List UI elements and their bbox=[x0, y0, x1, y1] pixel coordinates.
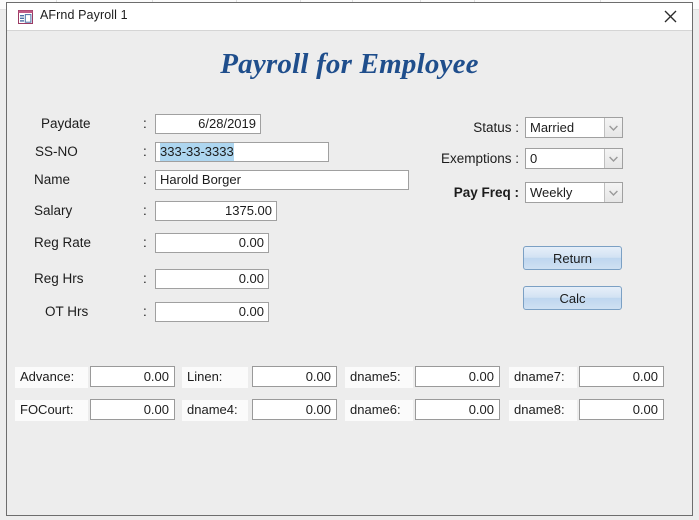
exemptions-combo[interactable]: 0 bbox=[525, 148, 623, 169]
pay-freq-combo-value: Weekly bbox=[530, 185, 573, 200]
deduction-input-dname7[interactable]: 0.00 bbox=[579, 366, 664, 387]
application-root: AFrnd Payroll 1 Payroll for Employee Pay… bbox=[0, 0, 699, 520]
label-reg-hrs: Reg Hrs bbox=[34, 271, 84, 286]
deduction-input-advance[interactable]: 0.00 bbox=[90, 366, 175, 387]
deduction-input-focourt[interactable]: 0.00 bbox=[90, 399, 175, 420]
return-button[interactable]: Return bbox=[523, 246, 622, 270]
deduction-input-dname5[interactable]: 0.00 bbox=[415, 366, 500, 387]
colon-paydate: : bbox=[143, 116, 147, 131]
label-paydate: Paydate bbox=[41, 116, 91, 131]
status-combo[interactable]: Married bbox=[525, 117, 623, 138]
deduction-label-dname7: dname7: bbox=[509, 367, 577, 388]
exemptions-combo-value: 0 bbox=[530, 151, 538, 166]
colon-reg-hrs: : bbox=[143, 271, 147, 286]
label-name: Name bbox=[34, 172, 71, 187]
reg-rate-input[interactable]: 0.00 bbox=[155, 233, 269, 253]
access-form-icon bbox=[18, 10, 33, 24]
status-combo-value: Married bbox=[530, 120, 575, 135]
deduction-input-dname8[interactable]: 0.00 bbox=[579, 399, 664, 420]
page-title: Payroll for Employee bbox=[220, 48, 479, 80]
calc-button[interactable]: Calc bbox=[523, 286, 622, 310]
deduction-input-dname4[interactable]: 0.00 bbox=[252, 399, 337, 420]
label-exemptions: Exemptions : bbox=[440, 151, 519, 166]
deduction-label-dname8: dname8: bbox=[509, 400, 577, 421]
ss-no-input[interactable]: 333-33-3333 bbox=[155, 142, 329, 162]
pay-freq-combo[interactable]: Weekly bbox=[525, 182, 623, 203]
reg-hrs-input[interactable]: 0.00 bbox=[155, 269, 269, 289]
label-ot-hrs: OT Hrs bbox=[45, 304, 89, 319]
colon-ot-hrs: : bbox=[143, 304, 147, 319]
form-body: Payroll for Employee Paydate SS-NO Name … bbox=[7, 31, 692, 515]
ot-hrs-input[interactable]: 0.00 bbox=[155, 302, 269, 322]
label-salary: Salary bbox=[34, 203, 73, 218]
payroll-form-window: AFrnd Payroll 1 Payroll for Employee Pay… bbox=[6, 2, 693, 516]
deduction-label-dname5: dname5: bbox=[345, 367, 413, 388]
chevron-down-icon[interactable] bbox=[604, 118, 622, 137]
label-reg-rate: Reg Rate bbox=[34, 235, 92, 250]
title-bar: AFrnd Payroll 1 bbox=[7, 3, 692, 31]
close-icon[interactable] bbox=[648, 3, 692, 30]
deduction-label-dname6: dname6: bbox=[345, 400, 413, 421]
deduction-label-focourt: FOCourt: bbox=[15, 400, 88, 421]
deduction-label-dname4: dname4: bbox=[182, 400, 248, 421]
chevron-down-icon[interactable] bbox=[604, 149, 622, 168]
ss-no-selected-text: 333-33-3333 bbox=[160, 143, 234, 161]
colon-name: : bbox=[143, 172, 147, 187]
colon-ss-no: : bbox=[143, 144, 147, 159]
label-ss-no: SS-NO bbox=[35, 144, 78, 159]
paydate-input[interactable]: 6/28/2019 bbox=[155, 114, 261, 134]
deduction-input-dname6[interactable]: 0.00 bbox=[415, 399, 500, 420]
colon-reg-rate: : bbox=[143, 235, 147, 250]
name-input[interactable]: Harold Borger bbox=[155, 170, 409, 190]
deduction-input-linen[interactable]: 0.00 bbox=[252, 366, 337, 387]
salary-input[interactable]: 1375.00 bbox=[155, 201, 277, 221]
label-status: Status : bbox=[473, 120, 519, 135]
label-pay-freq: Pay Freq : bbox=[453, 185, 519, 200]
colon-salary: : bbox=[143, 203, 147, 218]
deduction-label-linen: Linen: bbox=[182, 367, 248, 388]
deduction-label-advance: Advance: bbox=[15, 367, 88, 388]
window-title: AFrnd Payroll 1 bbox=[40, 8, 128, 22]
chevron-down-icon[interactable] bbox=[604, 183, 622, 202]
